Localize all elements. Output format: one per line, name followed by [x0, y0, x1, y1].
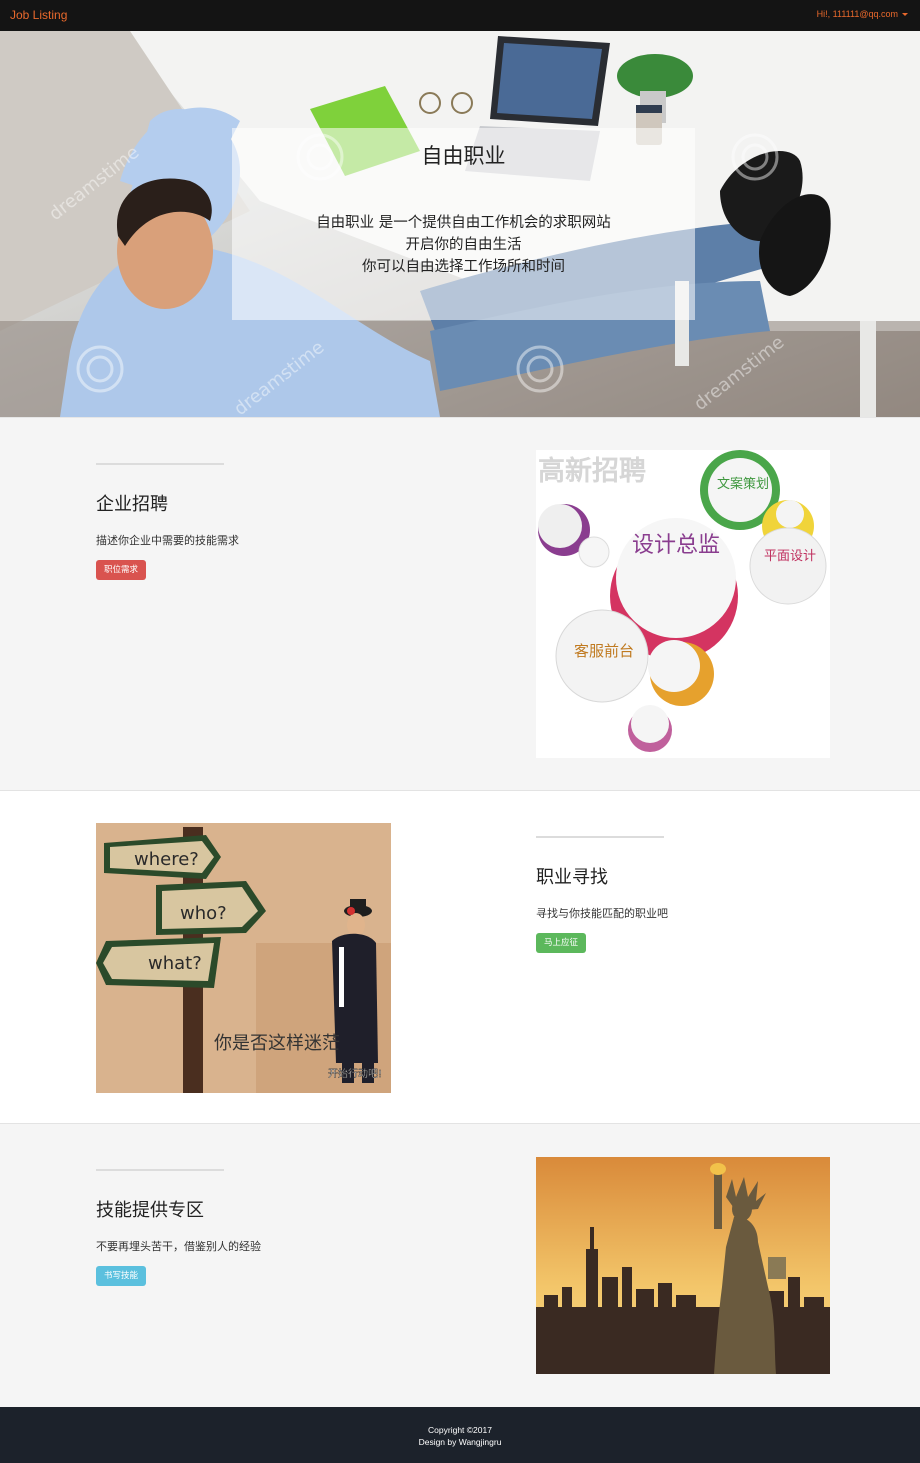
- signpost-image: where? who? what? 你是否这样迷茫 开始行动吧!: [96, 823, 391, 1093]
- footer-copyright: Copyright ©2017: [428, 1425, 492, 1435]
- section-divider: [96, 463, 224, 465]
- signpost-action: 开始行动吧!: [328, 1067, 382, 1080]
- bubble-customer-service: 客服前台: [574, 642, 634, 660]
- section-title: 企业招聘: [96, 494, 168, 515]
- sign-where: where?: [134, 849, 199, 870]
- section-job-search: where? who? what? 你是否这样迷茫 开始行动吧! 职业寻找 寻找…: [0, 790, 920, 1124]
- hero-banner: dreamstime dreamstime dreamstime 自由职业 自由…: [0, 31, 920, 417]
- bubble-graphic-design: 平面设计: [764, 549, 816, 564]
- bubble-design-director: 设计总监: [632, 533, 720, 558]
- recruitment-poster-image: 高新招聘 设计总监 文案策划 平面设计 客服前台: [536, 450, 830, 758]
- footer-credit: Design by Wangjingru: [418, 1437, 502, 1447]
- write-skill-button[interactable]: 书写技能: [96, 1266, 147, 1286]
- section-description: 不要再埋头苦干，借鉴别人的经验: [96, 1240, 261, 1253]
- user-menu-dropdown[interactable]: Hi!, 111111@qq.com: [817, 9, 908, 19]
- section-divider: [536, 836, 664, 838]
- section-title: 技能提供专区: [96, 1200, 204, 1221]
- section-divider: [96, 1169, 224, 1171]
- section-description: 寻找与你技能匹配的职业吧: [536, 907, 668, 920]
- sign-what: what?: [148, 953, 202, 974]
- hero-card: 自由职业 自由职业 是一个提供自由工作机会的求职网站 开启你的自由生活 你可以自…: [232, 128, 695, 320]
- section-skill-sharing: 技能提供专区 不要再埋头苦干，借鉴别人的经验 书写技能: [0, 1124, 920, 1407]
- hero-title: 自由职业: [421, 144, 506, 168]
- user-greeting: Hi!, 111111@qq.com: [816, 9, 898, 19]
- statue-of-liberty-image: [536, 1157, 830, 1374]
- section-description: 描述你企业中需要的技能需求: [96, 534, 239, 547]
- caret-down-icon: [902, 13, 908, 17]
- section-enterprise-recruitment: 企业招聘 描述你企业中需要的技能需求 职位需求 高新招聘 设计总监 文案策划 平…: [0, 417, 920, 790]
- poster-banner: 高新招聘: [538, 455, 646, 487]
- sign-who: who?: [180, 903, 227, 924]
- hero-line: 你可以自由选择工作场所和时间: [362, 259, 565, 275]
- hero-line: 开启你的自由生活: [405, 237, 522, 253]
- navbar: Job Listing Hi!, 111111@qq.com: [0, 0, 920, 31]
- brand-link[interactable]: Job Listing: [10, 8, 67, 22]
- apply-now-button[interactable]: 马上应征: [536, 933, 587, 953]
- bubble-copywriting: 文案策划: [717, 476, 769, 492]
- signpost-caption: 你是否这样迷茫: [214, 1033, 340, 1054]
- hero-tagline: 自由职业 是一个提供自由工作机会的求职网站 开启你的自由生活 你可以自由选择工作…: [232, 212, 695, 278]
- hero-line: 自由职业 是一个提供自由工作机会的求职网站: [316, 215, 611, 231]
- section-title: 职业寻找: [536, 867, 608, 888]
- footer: Copyright ©2017 Design by Wangjingru: [0, 1407, 920, 1463]
- job-requirements-button[interactable]: 职位需求: [96, 560, 147, 580]
